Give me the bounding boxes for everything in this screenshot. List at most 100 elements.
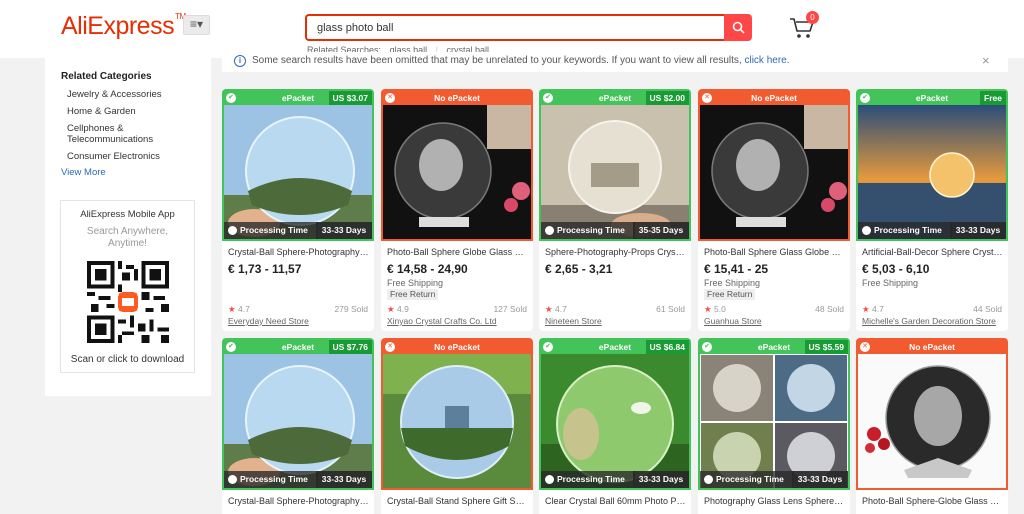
product-card[interactable]: ✔ ePacket US $6.84 Processing Time 33-33 Da…: [539, 338, 691, 514]
mobile-app-promo[interactable]: AliExpress Mobile App Search Anywhere, An…: [60, 200, 195, 373]
sold-count: 127 Sold: [493, 304, 527, 314]
product-image[interactable]: ✕ No ePacket: [381, 89, 533, 241]
category-link[interactable]: Home & Garden: [67, 106, 197, 117]
search-icon: [732, 21, 745, 34]
clock-icon: [545, 475, 554, 484]
product-image[interactable]: ✔ ePacket US $6.84 Processing Time 33-33 Da…: [539, 338, 691, 490]
free-shipping-label: Free Shipping: [704, 278, 761, 288]
info-icon: i: [234, 55, 246, 67]
product-card[interactable]: ✕ No ePacket Crystal-Ball Stand Sphere Gi…: [381, 338, 533, 514]
category-link[interactable]: Cellphones & Telecommunications: [67, 123, 167, 145]
product-card[interactable]: ✕ No ePacket Photo-Ball Sphere-Globe Glas…: [856, 338, 1008, 514]
shipping-price: US $2.00: [645, 91, 689, 105]
product-title[interactable]: Photo-Ball Sphere Glass Globe Cry...: [704, 247, 846, 257]
sold-count: 61 Sold: [656, 304, 685, 314]
product-card[interactable]: ✔ ePacket Free Processing Time 33-33 Days A…: [856, 89, 1008, 331]
app-promo-subtitle: Search Anywhere, Anytime!: [86, 226, 169, 249]
product-image[interactable]: ✕ No ePacket: [698, 89, 850, 241]
no-epacket-badge: ✕ No ePacket: [858, 340, 1006, 354]
product-rating: ★ 4.9: [387, 304, 409, 314]
product-title[interactable]: Artificial-Ball-Decor Sphere Crystal...: [862, 247, 1004, 257]
scan-download-text[interactable]: Scan or click to download: [61, 354, 194, 365]
star-icon: ★: [228, 304, 236, 314]
store-link[interactable]: Xinyao Crystal Crafts Co. Ltd: [387, 316, 497, 326]
clock-icon: [228, 226, 237, 235]
product-price: € 5,03 - 6,10: [862, 262, 930, 276]
qr-code[interactable]: [87, 261, 169, 343]
product-image[interactable]: ✕ No ePacket: [381, 338, 533, 490]
product-card[interactable]: ✔ ePacket US $5.59 Processing Time 33-33 Da…: [698, 338, 850, 514]
product-title[interactable]: Sphere-Photography-Props Crystal...: [545, 247, 687, 257]
epacket-badge: ✔ ePacket US $5.59: [700, 340, 848, 354]
free-return-tag: Free Return: [387, 289, 439, 300]
product-card[interactable]: ✕ No ePacket Photo-Ball Sphere Glass Glob…: [698, 89, 850, 331]
store-link[interactable]: Michelle's Garden Decoration Store: [862, 316, 996, 326]
product-title[interactable]: Crystal-Ball Stand Sphere Gift Sho...: [387, 496, 529, 506]
free-shipping-label: Free Shipping: [387, 278, 444, 288]
product-image[interactable]: ✔ ePacket US $5.59 Processing Time 33-33 Da…: [698, 338, 850, 490]
app-promo-title: AliExpress Mobile App: [80, 209, 175, 220]
view-more-link[interactable]: View More: [61, 167, 106, 178]
free-shipping-label: Free Shipping: [862, 278, 919, 288]
sold-count: 44 Sold: [973, 304, 1002, 314]
product-title[interactable]: Photo-Ball Sphere Globe Glass Eng...: [387, 247, 529, 257]
shipping-price: US $6.84: [645, 340, 689, 354]
sidebar: Related Categories Jewelry & Accessories…: [45, 58, 211, 396]
product-card[interactable]: ✕ No ePacket Photo-Ball Sphere Globe Glas…: [381, 89, 533, 331]
clock-icon: [228, 475, 237, 484]
product-price: € 1,73 - 11,57: [228, 262, 302, 276]
product-photo: [224, 354, 372, 488]
product-image[interactable]: ✔ ePacket US $3.07 Processing Time 33-33 Da…: [222, 89, 374, 241]
store-link[interactable]: Everyday Need Store: [228, 316, 309, 326]
product-photo: [858, 105, 1006, 239]
notice-text: Some search results have been omitted th…: [252, 55, 790, 66]
sold-count: 279 Sold: [334, 304, 368, 314]
product-title[interactable]: Clear Crystal Ball 60mm Photo Pho...: [545, 496, 687, 506]
epacket-badge: ✔ ePacket US $7.76: [224, 340, 372, 354]
product-image[interactable]: ✔ ePacket Free Processing Time 33-33 Days: [856, 89, 1008, 241]
epacket-badge: ✔ ePacket US $2.00: [541, 91, 689, 105]
sold-count: 48 Sold: [815, 304, 844, 314]
close-icon[interactable]: ×: [982, 53, 990, 68]
product-photo: [224, 105, 372, 239]
cart-count-badge: 0: [806, 11, 819, 24]
product-photo: [383, 354, 531, 488]
product-price: € 15,41 - 25: [704, 262, 769, 276]
click-here-link[interactable]: click here.: [744, 55, 789, 66]
product-rating: ★ 4.7: [545, 304, 567, 314]
category-menu-button[interactable]: ≡▾: [183, 15, 210, 35]
product-photo: [541, 105, 689, 239]
product-card[interactable]: ✔ ePacket US $2.00 Processing Time 35-35 Da…: [539, 89, 691, 331]
product-card[interactable]: ✔ ePacket US $7.76 Processing Time 33-33 Da…: [222, 338, 374, 514]
aliexpress-logo[interactable]: AliExpressTM: [61, 12, 186, 41]
product-rating: ★ 4.7: [862, 304, 884, 314]
processing-time-bar: Processing Time 33-33 Days: [224, 471, 372, 488]
star-icon: ★: [545, 304, 553, 314]
free-return-tag: Free Return: [704, 289, 756, 300]
product-photo: [700, 354, 848, 488]
store-link[interactable]: Guanhua Store: [704, 316, 762, 326]
processing-time-bar: Processing Time 33-33 Days: [224, 222, 372, 239]
epacket-badge: ✔ ePacket Free: [858, 91, 1006, 105]
product-image[interactable]: ✔ ePacket US $2.00 Processing Time 35-35 Da…: [539, 89, 691, 241]
search-input[interactable]: [307, 16, 726, 39]
clock-icon: [704, 475, 713, 484]
category-link[interactable]: Jewelry & Accessories: [67, 89, 197, 100]
product-rating: ★ 4.7: [228, 304, 250, 314]
product-title[interactable]: Photo-Ball Sphere-Globe Glass Cry...: [862, 496, 1004, 506]
search-box: [305, 14, 726, 41]
product-card[interactable]: ✔ ePacket US $3.07 Processing Time 33-33 Da…: [222, 89, 374, 331]
product-title[interactable]: Crystal-Ball Sphere-Photography-P...: [228, 247, 370, 257]
product-title[interactable]: Crystal-Ball Sphere-Photography-P...: [228, 496, 370, 506]
clock-icon: [545, 226, 554, 235]
product-photo: [858, 354, 1006, 488]
search-button[interactable]: [724, 14, 752, 41]
product-image[interactable]: ✔ ePacket US $7.76 Processing Time 33-33 Da…: [222, 338, 374, 490]
star-icon: ★: [704, 304, 712, 314]
product-title[interactable]: Photography Glass Lens Sphere-B...: [704, 496, 846, 506]
product-image[interactable]: ✕ No ePacket: [856, 338, 1008, 490]
product-price: € 2,65 - 3,21: [545, 262, 613, 276]
category-link[interactable]: Consumer Electronics: [67, 151, 197, 162]
processing-time-bar: Processing Time 33-33 Days: [858, 222, 1006, 239]
store-link[interactable]: Nineteen Store: [545, 316, 602, 326]
